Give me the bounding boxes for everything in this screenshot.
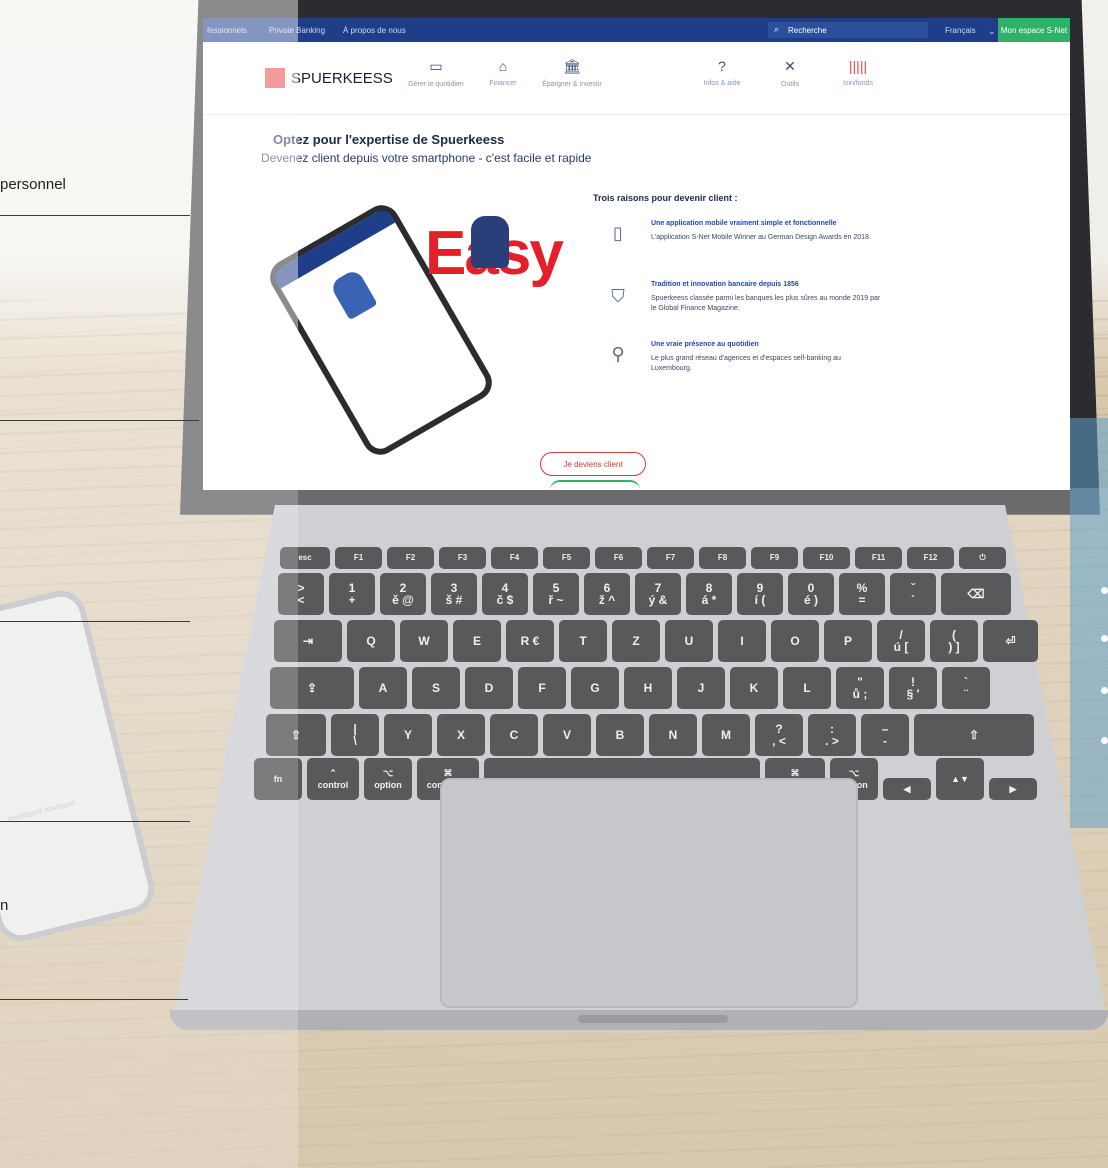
phone-icon: ▯ <box>613 223 623 244</box>
divider-line <box>0 821 190 822</box>
nav-gerer[interactable]: ▭ Gérer le quotidien <box>401 58 471 88</box>
language-select[interactable]: Français <box>945 26 976 35</box>
site-logo[interactable]: SPUERKEESS <box>291 70 393 87</box>
nav-epargner[interactable]: 🏛 Épargner & investir <box>537 58 607 88</box>
become-client-button[interactable]: Je deviens client <box>540 452 646 476</box>
reasons-title: Trois raisons pour devenir client : <box>593 193 738 203</box>
help-icon: ? <box>718 58 726 74</box>
bullet-dot <box>1101 737 1108 744</box>
bullet-dot <box>1101 687 1108 694</box>
sidebar-label-personnel: personnel <box>0 176 66 193</box>
search-box[interactable]: ⌕ Recherche <box>768 22 928 38</box>
site-topbar: fessionnels Private Banking À propos de … <box>203 18 1070 42</box>
header-divider <box>203 114 1070 115</box>
right-accent-panel <box>1070 418 1108 828</box>
nav-infos[interactable]: ? Infos & aide <box>687 58 757 87</box>
nav-label: Gérer le quotidien <box>408 81 464 88</box>
shield-icon: ⛉ <box>611 286 625 307</box>
location-pin-icon: ⚲ <box>611 344 625 365</box>
nav-financer[interactable]: ⌂ Financer <box>468 58 538 87</box>
nav-label: Isin/fonds <box>843 80 873 87</box>
nav-label: Infos & aide <box>703 80 741 87</box>
divider-line <box>0 215 190 216</box>
divider-line <box>0 621 190 622</box>
laptop-screen: fessionnels Private Banking À propos de … <box>203 18 1070 490</box>
reason-title-1: Une application mobile vraiment simple e… <box>651 220 837 227</box>
nav-isin[interactable]: ||||| Isin/fonds <box>823 58 893 87</box>
divider-line <box>0 420 199 421</box>
reason-desc-2: Spuerkeess classée parmi les banques les… <box>651 295 881 312</box>
chevron-down-icon: ⌄ <box>988 26 996 36</box>
nav-label: Financer <box>489 80 517 87</box>
reason-desc-1: L'application S-Net Mobile Winner au Ger… <box>651 234 871 241</box>
bottom-overlay-panel <box>298 488 1108 1168</box>
house-icon: ⌂ <box>498 58 508 74</box>
divider-line <box>0 999 188 1000</box>
page-title: Optez pour l'expertise de Spuerkeess <box>273 132 505 147</box>
search-placeholder: Recherche <box>788 26 827 35</box>
topbar-link-apropos[interactable]: À propos de nous <box>343 26 406 35</box>
reason-desc-3: Le plus grand réseau d'agences et d'espa… <box>651 355 841 372</box>
mon-espace-button[interactable]: Mon espace S-Net <box>998 18 1070 42</box>
bullet-dot <box>1101 635 1108 642</box>
wallet-icon: ▭ <box>429 58 443 74</box>
tools-icon: ✕ <box>784 58 796 74</box>
bullet-dot <box>1101 587 1108 594</box>
nav-label: Outils <box>781 81 799 88</box>
nav-outils[interactable]: ✕ Outils <box>755 58 825 88</box>
skater-illustration <box>471 216 509 268</box>
nav-label: Épargner & investir <box>542 81 602 88</box>
search-icon: ⌕ <box>774 24 780 34</box>
reason-title-2: Tradition et innovation bancaire depuis … <box>651 281 799 288</box>
phone-illustration <box>328 267 378 321</box>
reason-title-3: Une vraie présence au quotidien <box>651 341 759 348</box>
barcode-icon: ||||| <box>848 58 868 74</box>
bank-icon: 🏛 <box>563 58 581 74</box>
page-subtitle: Devenez client depuis votre smartphone -… <box>261 151 592 165</box>
sidebar-label-n: n <box>0 897 9 914</box>
